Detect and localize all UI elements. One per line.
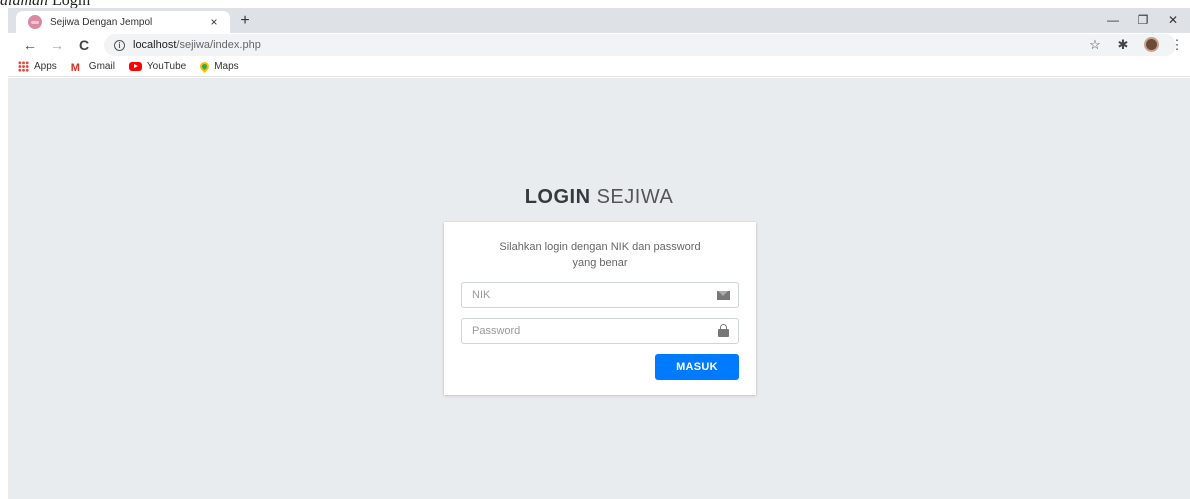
star-icon[interactable]: ☆	[1086, 36, 1104, 54]
minimize-icon[interactable]: —	[1098, 10, 1128, 30]
password-input[interactable]	[462, 319, 708, 343]
title-bold: LOGIN	[524, 186, 591, 208]
url-path: /sejiwa/index.php	[176, 39, 261, 51]
page-title: LOGIN SEJIWA	[8, 186, 1190, 209]
youtube-icon	[128, 62, 142, 71]
browser-toolbar: ← → C i localhost/sejiwa/index.php ☆ ✱ ⋮	[8, 33, 1190, 57]
back-icon[interactable]: ←	[20, 35, 40, 55]
tab-close-icon[interactable]: ×	[206, 14, 222, 30]
info-icon[interactable]: i	[114, 39, 125, 51]
close-window-icon[interactable]: ✕	[1158, 10, 1188, 30]
password-field	[461, 318, 739, 344]
masuk-button[interactable]: MASUK	[655, 354, 739, 380]
gmail-icon: M	[70, 61, 80, 74]
apps-icon	[18, 61, 29, 72]
new-tab-icon[interactable]: +	[236, 12, 254, 30]
login-message: Silahkan login dengan NIK dan password y…	[499, 241, 701, 269]
reload-icon[interactable]: C	[74, 35, 94, 55]
bookmarks-bar: Apps M Gmail YouTube Maps	[8, 57, 1190, 77]
url-text: localhost/sejiwa/index.php	[133, 39, 261, 51]
envelope-icon	[708, 289, 738, 301]
tab-title: Sejiwa Dengan Jempol	[50, 16, 153, 28]
avatar[interactable]	[1144, 37, 1159, 52]
figure-caption: alaman Login	[0, 0, 90, 9]
restore-icon[interactable]: ❐	[1128, 10, 1158, 30]
title-light: SEJIWA	[596, 186, 674, 208]
maps-icon	[198, 60, 212, 73]
lock-icon	[708, 324, 738, 338]
bookmark-gmail[interactable]: M Gmail	[70, 61, 115, 74]
nik-input[interactable]	[462, 283, 708, 307]
page-viewport: LOGIN SEJIWA Silahkan login dengan NIK d…	[8, 78, 1190, 499]
bookmark-label: Gmail	[88, 61, 115, 72]
login-card: Silahkan login dengan NIK dan password y…	[444, 222, 756, 395]
favicon-icon	[28, 15, 42, 29]
forward-icon[interactable]: →	[47, 35, 67, 55]
bookmark-apps[interactable]: Apps	[18, 61, 57, 72]
browser-window: Sejiwa Dengan Jempol × + — ❐ ✕ ← → C i l…	[8, 8, 1190, 499]
menu-icon[interactable]: ⋮	[1168, 36, 1186, 54]
bookmark-youtube[interactable]: YouTube	[128, 61, 187, 72]
extensions-icon[interactable]: ✱	[1114, 36, 1132, 54]
nik-field	[461, 282, 739, 308]
bookmark-label: Maps	[214, 61, 239, 72]
bookmark-label: Apps	[34, 61, 57, 72]
tab-active[interactable]: Sejiwa Dengan Jempol ×	[16, 11, 230, 33]
button-row: MASUK	[461, 354, 739, 380]
tab-strip: Sejiwa Dengan Jempol × + — ❐ ✕	[8, 8, 1190, 33]
bookmark-label: YouTube	[146, 61, 187, 72]
address-bar[interactable]: i localhost/sejiwa/index.php	[104, 34, 1176, 56]
url-host: localhost	[133, 39, 177, 51]
bookmark-maps[interactable]: Maps	[198, 60, 239, 73]
